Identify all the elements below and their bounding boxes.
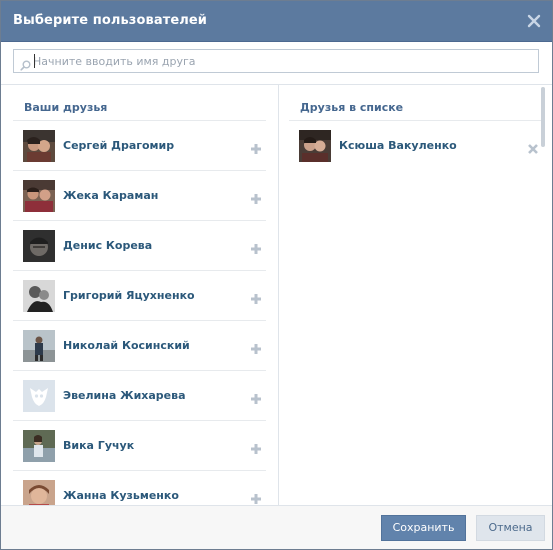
friend-row[interactable]: Эвелина Жихарева — [13, 370, 266, 420]
plus-icon[interactable] — [250, 390, 262, 404]
remove-icon[interactable] — [527, 140, 539, 154]
columns: Ваши друзья Сергей Драгомир Жека Караман… — [1, 85, 552, 505]
friend-row[interactable]: Вика Гучук — [13, 420, 266, 470]
friend-row[interactable]: Жанна Кузьменко — [13, 470, 266, 505]
friend-name[interactable]: Сергей Драгомир — [63, 139, 174, 152]
avatar — [23, 430, 55, 462]
selected-column: Друзья в списке Ксюша Вакуленко — [279, 85, 552, 505]
avatar — [23, 330, 55, 362]
friend-row[interactable]: Сергей Драгомир — [13, 120, 266, 170]
plus-icon[interactable] — [250, 140, 262, 154]
friend-row[interactable]: Николай Косинский — [13, 320, 266, 370]
dialog-titlebar: Выберите пользователей — [1, 1, 552, 42]
selected-header: Друзья в списке — [300, 101, 404, 114]
plus-icon[interactable] — [250, 490, 262, 504]
avatar — [23, 130, 55, 162]
friends-list: Сергей Драгомир Жека Караман Денис Корев… — [13, 120, 266, 505]
text-caret — [34, 54, 35, 68]
dialog-footer: Сохранить Отмена — [1, 505, 552, 549]
friend-name[interactable]: Жека Караман — [63, 189, 158, 202]
search-icon — [20, 56, 31, 75]
scrollbar[interactable] — [541, 87, 545, 147]
plus-icon[interactable] — [250, 440, 262, 454]
friends-column: Ваши друзья Сергей Драгомир Жека Караман… — [1, 85, 279, 505]
friend-name[interactable]: Григорий Яцухненко — [63, 289, 195, 302]
plus-icon[interactable] — [250, 290, 262, 304]
default-avatar-icon — [23, 380, 55, 412]
friend-name[interactable]: Эвелина Жихарева — [63, 389, 186, 402]
plus-icon[interactable] — [250, 340, 262, 354]
friend-row[interactable]: Григорий Яцухненко — [13, 270, 266, 320]
plus-icon[interactable] — [250, 190, 262, 204]
select-users-dialog: Выберите пользователей Ваши друзья — [0, 0, 553, 550]
search-box[interactable] — [13, 49, 539, 73]
friend-row[interactable]: Жека Караман — [13, 170, 266, 220]
friend-name[interactable]: Николай Косинский — [63, 339, 190, 352]
selected-list: Ксюша Вакуленко — [289, 120, 543, 170]
friend-row[interactable]: Денис Корева — [13, 220, 266, 270]
friend-name[interactable]: Жанна Кузьменко — [63, 489, 179, 502]
search-area — [1, 42, 552, 85]
search-input[interactable] — [33, 52, 523, 70]
plus-icon[interactable] — [250, 240, 262, 254]
avatar — [23, 230, 55, 262]
avatar — [23, 480, 55, 505]
selected-row[interactable]: Ксюша Вакуленко — [289, 120, 543, 170]
dialog-title: Выберите пользователей — [13, 13, 207, 28]
friends-header: Ваши друзья — [24, 101, 108, 114]
selected-name[interactable]: Ксюша Вакуленко — [339, 139, 457, 152]
friend-name[interactable]: Денис Корева — [63, 239, 152, 252]
avatar — [23, 280, 55, 312]
cancel-button[interactable]: Отмена — [476, 515, 545, 541]
close-icon[interactable] — [527, 13, 541, 28]
avatar — [299, 130, 331, 162]
friend-name[interactable]: Вика Гучук — [63, 439, 134, 452]
avatar — [23, 180, 55, 212]
save-button[interactable]: Сохранить — [381, 515, 466, 541]
